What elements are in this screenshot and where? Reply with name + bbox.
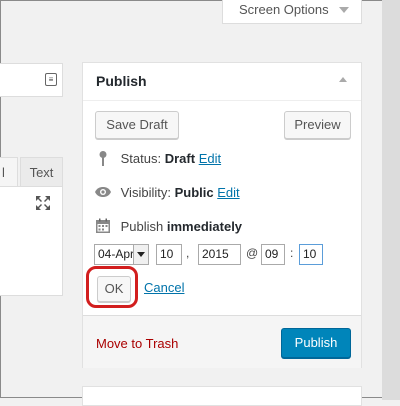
- status-label: Status:: [120, 151, 162, 166]
- publish-schedule-value: immediately: [166, 219, 243, 234]
- cancel-link[interactable]: Cancel: [144, 280, 184, 295]
- publish-box-header[interactable]: Publish: [83, 63, 361, 101]
- year-input[interactable]: 2015: [198, 244, 241, 265]
- status-row: Status: Draft Edit: [95, 150, 221, 168]
- next-meta-box: [82, 386, 362, 406]
- month-select[interactable]: 04-Apr: [94, 244, 149, 265]
- status-edit-link[interactable]: Edit: [199, 151, 221, 166]
- screen-options-label: Screen Options: [239, 2, 329, 17]
- publish-schedule-label: Publish: [120, 219, 164, 234]
- date-comma: ,: [186, 246, 190, 260]
- save-draft-button[interactable]: Save Draft: [95, 111, 179, 139]
- visibility-row: Visibility: Public Edit: [95, 184, 240, 202]
- preview-button[interactable]: Preview: [284, 111, 351, 139]
- screen-options-button[interactable]: Screen Options: [222, 0, 362, 24]
- publish-schedule-row: Publish immediately: [95, 218, 242, 236]
- hour-input[interactable]: 09: [261, 244, 285, 265]
- word-count-icon: ≡: [45, 73, 57, 86]
- tab-visual[interactable]: l: [0, 157, 18, 187]
- tab-text[interactable]: Text: [20, 157, 63, 187]
- editor-content-area[interactable]: [0, 186, 63, 296]
- tab-visual-label: l: [2, 165, 5, 180]
- date-at: @: [246, 246, 259, 260]
- editor-tabs: l Text: [0, 157, 63, 187]
- caret-down-icon: [339, 7, 349, 13]
- month-select-value: 04-Apr: [98, 247, 135, 261]
- ok-highlight-annotation: [86, 266, 138, 308]
- move-to-trash-link[interactable]: Move to Trash: [96, 336, 178, 351]
- fullscreen-icon[interactable]: [35, 195, 51, 211]
- minute-input[interactable]: 10: [299, 244, 323, 265]
- visibility-label: Visibility:: [120, 185, 171, 200]
- status-value: Draft: [164, 151, 196, 166]
- date-colon: :: [290, 246, 294, 260]
- select-arrow-icon: [133, 245, 148, 264]
- publish-button[interactable]: Publish: [281, 328, 351, 358]
- right-scroll-strip: [382, 0, 400, 400]
- visibility-value: Public: [174, 185, 214, 200]
- calendar-icon: [96, 218, 110, 233]
- tab-text-label: Text: [29, 165, 54, 180]
- publish-box-title: Publish: [96, 73, 147, 89]
- post-title-input[interactable]: ≡: [0, 63, 63, 97]
- visibility-edit-link[interactable]: Edit: [217, 185, 239, 200]
- collapse-arrow-icon[interactable]: [339, 77, 347, 82]
- day-input[interactable]: 10: [156, 244, 182, 265]
- publish-actions: Move to Trash Publish: [83, 315, 361, 368]
- publish-box: Publish Save Draft Preview Status: Draft…: [82, 62, 362, 368]
- pin-icon: [99, 151, 107, 166]
- eye-icon: [95, 187, 111, 197]
